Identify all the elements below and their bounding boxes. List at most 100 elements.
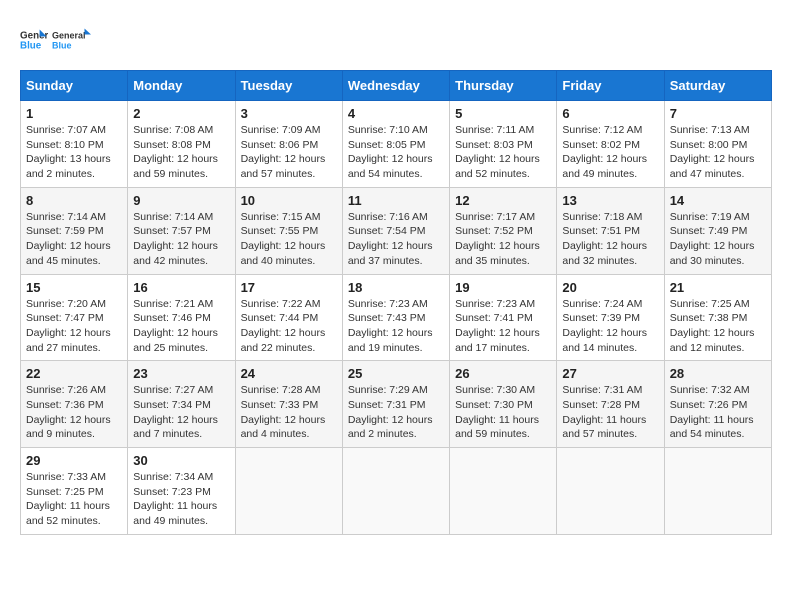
day-number: 20 [562,280,658,295]
calendar-day-cell: 4 Sunrise: 7:10 AMSunset: 8:05 PMDaylight… [342,101,449,188]
day-number: 16 [133,280,229,295]
day-info: Sunrise: 7:28 AMSunset: 7:33 PMDaylight:… [241,383,337,442]
calendar-header-row: SundayMondayTuesdayWednesdayThursdayFrid… [21,71,772,101]
calendar-week-row: 8 Sunrise: 7:14 AMSunset: 7:59 PMDaylight… [21,187,772,274]
calendar-day-cell: 19 Sunrise: 7:23 AMSunset: 7:41 PMDayligh… [450,274,557,361]
calendar-day-cell: 20 Sunrise: 7:24 AMSunset: 7:39 PMDayligh… [557,274,664,361]
day-number: 11 [348,193,444,208]
calendar-day-cell [450,448,557,535]
calendar-day-cell [235,448,342,535]
calendar-day-cell: 1 Sunrise: 7:07 AMSunset: 8:10 PMDaylight… [21,101,128,188]
calendar-day-cell: 13Sunrise: 7:18 AMSunset: 7:51 PMDayligh… [557,187,664,274]
day-number: 5 [455,106,551,121]
calendar-day-cell: 25 Sunrise: 7:29 AMSunset: 7:31 PMDayligh… [342,361,449,448]
calendar-day-cell: 23 Sunrise: 7:27 AMSunset: 7:34 PMDayligh… [128,361,235,448]
logo-icon: General Blue [20,26,48,54]
day-number: 7 [670,106,766,121]
day-info: Sunrise: 7:09 AMSunset: 8:06 PMDaylight:… [241,123,337,182]
svg-text:General: General [52,31,86,41]
calendar-day-cell: 6Sunrise: 7:12 AMSunset: 8:02 PMDaylight… [557,101,664,188]
day-number: 19 [455,280,551,295]
calendar-day-cell [342,448,449,535]
day-of-week-header: Wednesday [342,71,449,101]
logo-graphic: General Blue [52,20,92,60]
calendar-day-cell: 10Sunrise: 7:15 AMSunset: 7:55 PMDayligh… [235,187,342,274]
day-number: 6 [562,106,658,121]
logo: General Blue General Blue [20,20,92,60]
day-info: Sunrise: 7:14 AMSunset: 7:59 PMDaylight:… [26,210,122,269]
day-info: Sunrise: 7:08 AMSunset: 8:08 PMDaylight:… [133,123,229,182]
day-info: Sunrise: 7:27 AMSunset: 7:34 PMDaylight:… [133,383,229,442]
calendar-week-row: 15 Sunrise: 7:20 AMSunset: 7:47 PMDayligh… [21,274,772,361]
day-info: Sunrise: 7:20 AMSunset: 7:47 PMDaylight:… [26,297,122,356]
day-number: 14 [670,193,766,208]
day-info: Sunrise: 7:29 AMSunset: 7:31 PMDaylight:… [348,383,444,442]
day-number: 30 [133,453,229,468]
day-number: 23 [133,366,229,381]
calendar-week-row: 1 Sunrise: 7:07 AMSunset: 8:10 PMDaylight… [21,101,772,188]
day-info: Sunrise: 7:07 AMSunset: 8:10 PMDaylight:… [26,123,122,182]
calendar-table: SundayMondayTuesdayWednesdayThursdayFrid… [20,70,772,535]
calendar-day-cell: 14 Sunrise: 7:19 AMSunset: 7:49 PMDayligh… [664,187,771,274]
calendar-day-cell: 3 Sunrise: 7:09 AMSunset: 8:06 PMDaylight… [235,101,342,188]
day-of-week-header: Sunday [21,71,128,101]
day-number: 4 [348,106,444,121]
calendar-week-row: 29 Sunrise: 7:33 AMSunset: 7:25 PMDayligh… [21,448,772,535]
svg-text:Blue: Blue [20,40,42,51]
day-number: 15 [26,280,122,295]
day-info: Sunrise: 7:19 AMSunset: 7:49 PMDaylight:… [670,210,766,269]
calendar-day-cell: 5 Sunrise: 7:11 AMSunset: 8:03 PMDaylight… [450,101,557,188]
day-info: Sunrise: 7:22 AMSunset: 7:44 PMDaylight:… [241,297,337,356]
calendar-day-cell: 24 Sunrise: 7:28 AMSunset: 7:33 PMDayligh… [235,361,342,448]
calendar-day-cell: 2 Sunrise: 7:08 AMSunset: 8:08 PMDaylight… [128,101,235,188]
svg-text:Blue: Blue [52,41,72,51]
day-number: 1 [26,106,122,121]
day-info: Sunrise: 7:25 AMSunset: 7:38 PMDaylight:… [670,297,766,356]
calendar-day-cell [664,448,771,535]
calendar-day-cell: 17 Sunrise: 7:22 AMSunset: 7:44 PMDayligh… [235,274,342,361]
calendar-day-cell: 22 Sunrise: 7:26 AMSunset: 7:36 PMDayligh… [21,361,128,448]
calendar-day-cell: 11 Sunrise: 7:16 AMSunset: 7:54 PMDayligh… [342,187,449,274]
day-info: Sunrise: 7:34 AMSunset: 7:23 PMDaylight:… [133,470,229,529]
day-number: 17 [241,280,337,295]
calendar-day-cell: 27Sunrise: 7:31 AMSunset: 7:28 PMDayligh… [557,361,664,448]
calendar-week-row: 22 Sunrise: 7:26 AMSunset: 7:36 PMDayligh… [21,361,772,448]
day-info: Sunrise: 7:23 AMSunset: 7:43 PMDaylight:… [348,297,444,356]
day-info: Sunrise: 7:24 AMSunset: 7:39 PMDaylight:… [562,297,658,356]
day-number: 3 [241,106,337,121]
calendar-day-cell: 29 Sunrise: 7:33 AMSunset: 7:25 PMDayligh… [21,448,128,535]
day-info: Sunrise: 7:23 AMSunset: 7:41 PMDaylight:… [455,297,551,356]
day-number: 25 [348,366,444,381]
day-info: Sunrise: 7:15 AMSunset: 7:55 PMDaylight:… [241,210,337,269]
day-of-week-header: Thursday [450,71,557,101]
calendar-day-cell: 26Sunrise: 7:30 AMSunset: 7:30 PMDayligh… [450,361,557,448]
day-info: Sunrise: 7:32 AMSunset: 7:26 PMDaylight:… [670,383,766,442]
day-number: 29 [26,453,122,468]
day-number: 2 [133,106,229,121]
day-info: Sunrise: 7:30 AMSunset: 7:30 PMDaylight:… [455,383,551,442]
day-of-week-header: Monday [128,71,235,101]
calendar-day-cell: 18 Sunrise: 7:23 AMSunset: 7:43 PMDayligh… [342,274,449,361]
day-number: 18 [348,280,444,295]
day-of-week-header: Tuesday [235,71,342,101]
calendar-day-cell [557,448,664,535]
day-number: 21 [670,280,766,295]
day-info: Sunrise: 7:26 AMSunset: 7:36 PMDaylight:… [26,383,122,442]
day-number: 27 [562,366,658,381]
day-number: 12 [455,193,551,208]
calendar-day-cell: 15 Sunrise: 7:20 AMSunset: 7:47 PMDayligh… [21,274,128,361]
day-number: 13 [562,193,658,208]
day-info: Sunrise: 7:17 AMSunset: 7:52 PMDaylight:… [455,210,551,269]
calendar-day-cell: 21 Sunrise: 7:25 AMSunset: 7:38 PMDayligh… [664,274,771,361]
day-info: Sunrise: 7:16 AMSunset: 7:54 PMDaylight:… [348,210,444,269]
calendar-day-cell: 8 Sunrise: 7:14 AMSunset: 7:59 PMDaylight… [21,187,128,274]
day-info: Sunrise: 7:33 AMSunset: 7:25 PMDaylight:… [26,470,122,529]
calendar-day-cell: 9Sunrise: 7:14 AMSunset: 7:57 PMDaylight… [128,187,235,274]
day-number: 8 [26,193,122,208]
day-number: 24 [241,366,337,381]
day-number: 22 [26,366,122,381]
day-info: Sunrise: 7:10 AMSunset: 8:05 PMDaylight:… [348,123,444,182]
day-info: Sunrise: 7:11 AMSunset: 8:03 PMDaylight:… [455,123,551,182]
calendar-day-cell: 16Sunrise: 7:21 AMSunset: 7:46 PMDayligh… [128,274,235,361]
calendar-day-cell: 7Sunrise: 7:13 AMSunset: 8:00 PMDaylight… [664,101,771,188]
